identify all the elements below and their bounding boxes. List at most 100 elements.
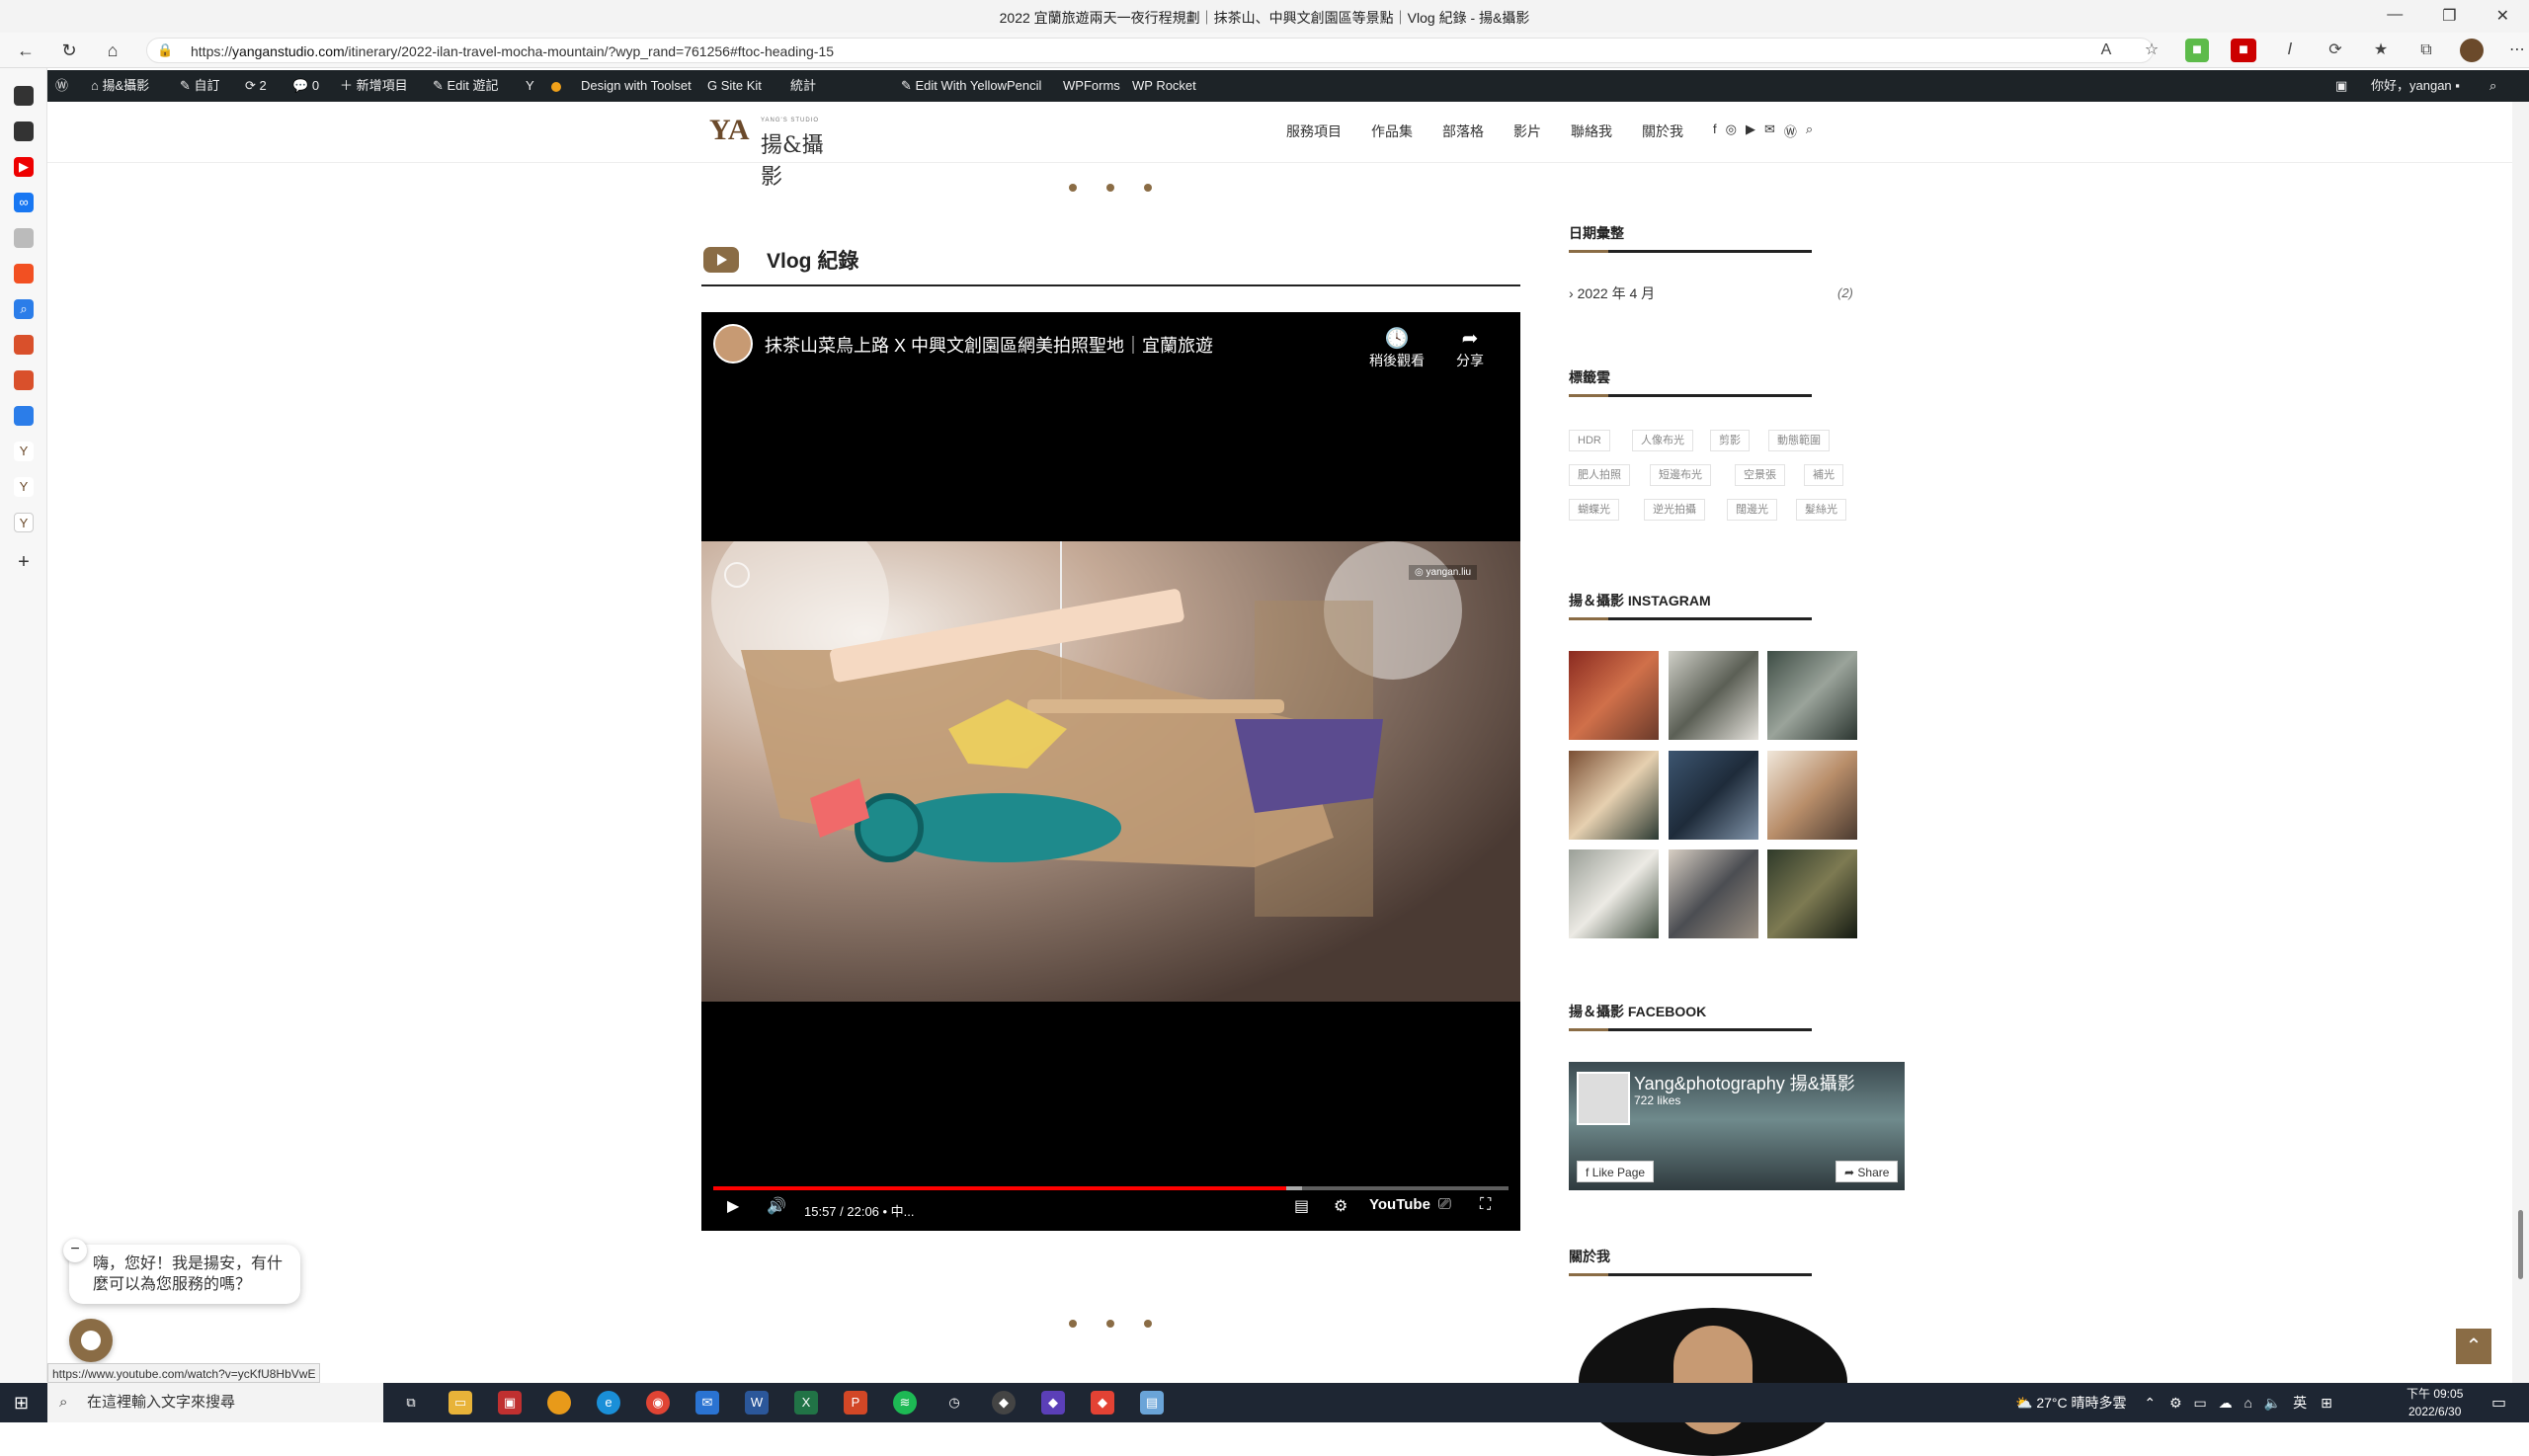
store-icon[interactable]: ▣	[498, 1391, 522, 1415]
instagram-photo[interactable]	[1767, 849, 1857, 938]
youtube-icon[interactable]: ▶	[1746, 121, 1755, 140]
meta-icon[interactable]: ∞	[14, 193, 34, 212]
tabs-icon[interactable]	[14, 86, 34, 106]
facebook-like-button[interactable]: f Like Page	[1577, 1161, 1655, 1182]
wp-search-icon[interactable]: ⌕	[2489, 70, 2496, 102]
page-scrollbar[interactable]	[2512, 102, 2529, 1383]
minimize-button[interactable]: —	[2387, 6, 2403, 26]
wp-wpforms[interactable]: WPForms	[1063, 70, 1120, 102]
tag-item[interactable]: 肥人拍照	[1569, 464, 1630, 486]
youtube-sidebar-icon[interactable]: ▶	[14, 157, 34, 177]
wp-site-name[interactable]: ⌂ 揚&攝影	[91, 70, 149, 102]
facebook-page-name[interactable]: Yang&photography 揚&攝影	[1634, 1070, 1855, 1095]
tag-item[interactable]: 蝴蝶光	[1569, 499, 1619, 521]
wp-comments[interactable]: 💬 0	[292, 70, 319, 102]
email-icon[interactable]: ✉	[1764, 121, 1775, 140]
wp-design-toolset[interactable]: Design with Toolset	[581, 70, 692, 102]
powerpoint-icon[interactable]: P	[844, 1391, 867, 1415]
page-icon[interactable]	[14, 228, 34, 248]
tag-item[interactable]: 逆光拍攝	[1644, 499, 1705, 521]
onedrive-icon[interactable]: ☁	[2219, 1395, 2233, 1411]
tag-item[interactable]: 空景張	[1735, 464, 1785, 486]
clock-app-icon[interactable]: ◷	[942, 1391, 966, 1415]
instagram-photo[interactable]	[1669, 651, 1758, 740]
task-view-icon[interactable]: ⧉	[399, 1391, 423, 1415]
site-favicon-3[interactable]: Y	[14, 513, 34, 532]
extension-green-icon[interactable]: ■	[2185, 39, 2209, 62]
file-explorer-icon[interactable]: ▭	[449, 1391, 472, 1415]
nav-services[interactable]: 服務項目	[1286, 121, 1342, 141]
site-favicon-2[interactable]: Y	[14, 477, 34, 497]
weather-app-icon[interactable]	[547, 1391, 571, 1415]
wp-rocket[interactable]: WP Rocket	[1132, 70, 1196, 102]
games-icon[interactable]	[14, 121, 34, 141]
taskbar-clock[interactable]: 下午 09:05 2022/6/30	[2407, 1385, 2463, 1420]
app-red-icon[interactable]: ◆	[1091, 1391, 1114, 1415]
instagram-photo[interactable]	[1767, 651, 1857, 740]
mail-icon[interactable]: ✉	[695, 1391, 719, 1415]
weather-icon[interactable]: ⛅	[2015, 1395, 2032, 1411]
more-menu-icon[interactable]: ⋯	[2505, 39, 2529, 62]
facebook-page-avatar[interactable]	[1577, 1072, 1630, 1125]
close-window-button[interactable]: ✕	[2496, 6, 2509, 26]
back-icon[interactable]: ←	[16, 40, 36, 60]
spotify-icon[interactable]: ≋	[893, 1391, 917, 1415]
excel-icon[interactable]: X	[794, 1391, 818, 1415]
nav-videos[interactable]: 影片	[1513, 121, 1541, 141]
tag-item[interactable]: 動態範圍	[1768, 430, 1830, 451]
restore-button[interactable]: ❐	[2442, 6, 2456, 26]
wp-updates[interactable]: ⟳ 2	[245, 70, 267, 102]
app-purple-icon[interactable]: ◆	[1041, 1391, 1065, 1415]
tray-chevron-icon[interactable]: ⌃	[2144, 1395, 2156, 1411]
instagram-photo[interactable]	[1569, 751, 1659, 840]
screenshot-icon[interactable]	[14, 406, 34, 426]
instagram-icon[interactable]: ◎	[1726, 121, 1737, 140]
youtube-logo[interactable]: YouTube	[1369, 1196, 1430, 1213]
messenger-icon[interactable]	[69, 1319, 113, 1362]
tray-app-icon[interactable]: ⚙	[2169, 1395, 2182, 1411]
shopping-icon[interactable]	[14, 370, 34, 390]
cast-icon[interactable]: ⎚	[1438, 1196, 1451, 1214]
chat-close-button[interactable]: −	[63, 1239, 87, 1262]
windows-start-icon[interactable]: ⊞	[14, 1393, 29, 1414]
video-frame[interactable]: ◎ yangan.liu	[701, 541, 1520, 1002]
notification-center-icon[interactable]: ▭	[2491, 1393, 2506, 1413]
instagram-photo[interactable]	[1569, 849, 1659, 938]
volume-tray-icon[interactable]: 🔈	[2264, 1395, 2281, 1411]
ime-indicator[interactable]: 英	[2293, 1395, 2307, 1411]
app-icon[interactable]: ◆	[992, 1391, 1016, 1415]
chat-bubble[interactable]: 嗨，您好！我是揚安，有什麼可以為您服務的嗎？	[69, 1245, 300, 1304]
wp-new-item[interactable]: ＋ 新增項目	[340, 70, 408, 102]
ime-mode-icon[interactable]: ⊞	[2321, 1395, 2332, 1411]
youtube-player[interactable]: 抹茶山菜鳥上路 X 中興文創園區網美拍照聖地｜宜蘭旅遊 🕓稍後觀看 ➦分享	[701, 312, 1520, 1231]
taskbar-search[interactable]: ⌕ 在這裡輸入文字來搜尋	[47, 1383, 383, 1422]
fullscreen-icon[interactable]: ⛶	[1480, 1196, 1491, 1214]
nav-portfolio[interactable]: 作品集	[1371, 121, 1413, 141]
battery-icon[interactable]: ▭	[2193, 1395, 2206, 1411]
wp-site-kit[interactable]: G Site Kit	[707, 70, 762, 102]
settings-icon[interactable]: ⚙	[1334, 1196, 1347, 1216]
wp-account[interactable]: 你好，yangan ▪	[2371, 70, 2460, 102]
tag-item[interactable]: 補光	[1804, 464, 1843, 486]
wordpress-logo-icon[interactable]: Ⓦ	[55, 70, 68, 102]
wp-customize[interactable]: ✎ 自訂	[180, 70, 220, 102]
tag-item[interactable]: 髮絲光	[1796, 499, 1846, 521]
site-favicon-1[interactable]: Y	[14, 442, 34, 461]
volume-icon[interactable]: 🔊	[767, 1196, 786, 1216]
favorite-add-icon[interactable]: ☆	[2140, 39, 2163, 62]
channel-avatar[interactable]	[713, 324, 753, 364]
collections-icon[interactable]: ⧉	[2414, 39, 2438, 62]
office-icon[interactable]	[14, 264, 34, 283]
nav-blog[interactable]: 部落格	[1442, 121, 1484, 141]
tag-item[interactable]: 闊邊光	[1727, 499, 1777, 521]
wp-edit-post[interactable]: ✎ Edit 遊記	[433, 70, 499, 102]
wordpress-icon[interactable]: Ⓦ	[1784, 121, 1797, 140]
scrollbar-thumb[interactable]	[2518, 1210, 2523, 1279]
tag-item[interactable]: HDR	[1569, 430, 1610, 451]
nav-contact[interactable]: 聯絡我	[1571, 121, 1612, 141]
tag-item[interactable]: 剪影	[1710, 430, 1750, 451]
sync-extension-icon[interactable]: ⟳	[2324, 39, 2347, 62]
network-icon[interactable]: ⌂	[2243, 1395, 2251, 1411]
facebook-page-plugin[interactable]: Yang&photography 揚&攝影 722 likes f Like P…	[1569, 1062, 1905, 1190]
play-button[interactable]: ▶	[727, 1196, 739, 1216]
